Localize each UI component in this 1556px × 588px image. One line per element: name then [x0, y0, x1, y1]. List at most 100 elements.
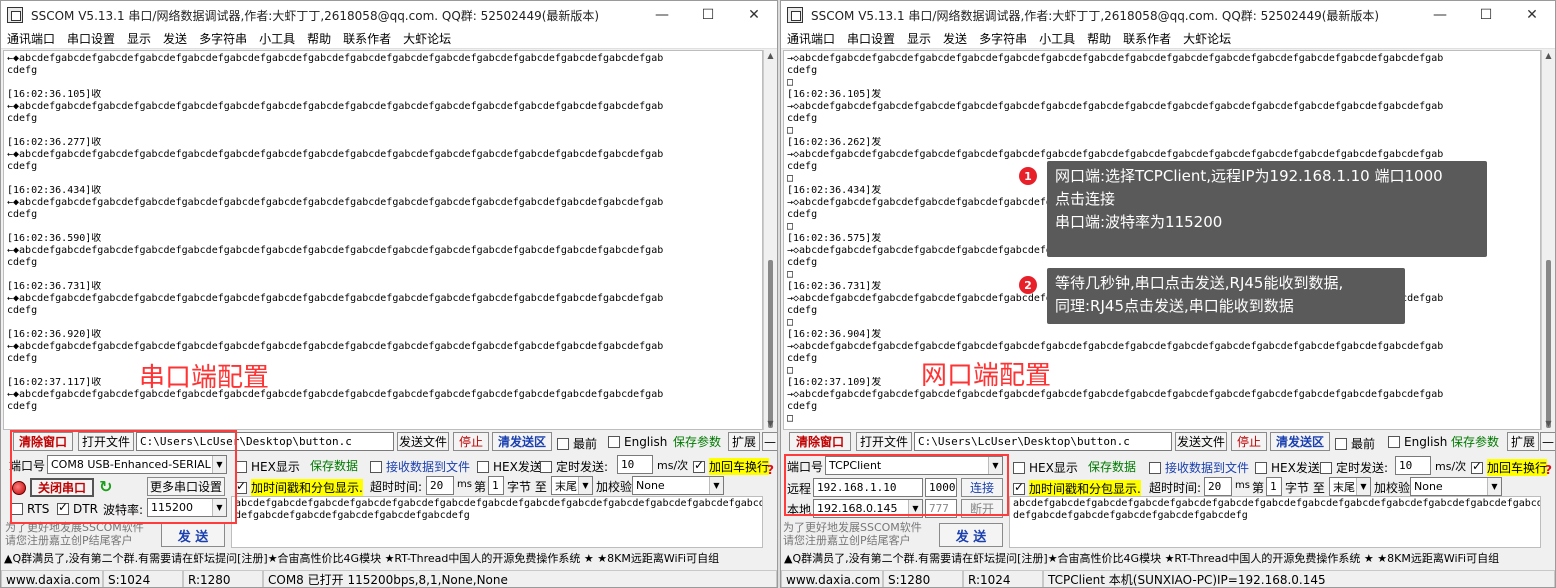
checkbox-icon[interactable] — [370, 460, 382, 473]
close-icon[interactable]: ✕ — [731, 1, 777, 29]
connect-button[interactable]: 连接 — [961, 478, 1003, 497]
scroll-thumb[interactable] — [768, 260, 773, 428]
promo-text[interactable]: 为了更好地发展SSCOM软件 请您注册嘉立创P结尾客户 — [5, 521, 144, 547]
topmost-checkbox[interactable]: 最前 — [1335, 435, 1375, 452]
file-path-field[interactable]: C:\Users\LcUser\Desktop\button.c — [914, 432, 1172, 451]
menu-item-display[interactable]: 显示 — [121, 30, 157, 47]
stop-button[interactable]: 停止 — [1231, 432, 1267, 451]
receive-scrollbar[interactable]: ▲ ▼ — [763, 50, 777, 430]
menu-item-help[interactable]: 帮助 — [301, 30, 337, 47]
checksum-select[interactable]: None ▼ — [1410, 477, 1502, 496]
chevron-down-icon[interactable]: ▼ — [1487, 478, 1501, 495]
port-select[interactable]: COM8 USB-Enhanced-SERIAL C ▼ — [47, 455, 227, 474]
menu-item-tools[interactable]: 小工具 — [253, 30, 301, 47]
checkbox-icon[interactable] — [608, 436, 620, 448]
checksum-select[interactable]: None ▼ — [632, 476, 724, 495]
chevron-down-icon[interactable]: ▼ — [578, 477, 592, 494]
menu-item-comm-port[interactable]: 通讯端口 — [1, 30, 61, 47]
checkbox-icon[interactable] — [557, 437, 569, 450]
maximize-icon[interactable]: ☐ — [1463, 1, 1509, 29]
topmost-checkbox[interactable]: 最前 — [557, 435, 597, 452]
scroll-down-icon[interactable]: ▼ — [1542, 418, 1555, 430]
menu-item-tools[interactable]: 小工具 — [1033, 30, 1081, 47]
menu-item-send[interactable]: 发送 — [157, 30, 193, 47]
expand-button[interactable]: 扩展 — [1507, 432, 1539, 451]
timeout-field[interactable]: 20 — [426, 476, 454, 495]
timed-interval-field[interactable]: 10 — [1395, 456, 1431, 475]
menu-item-send[interactable]: 发送 — [937, 30, 973, 47]
help-question-icon[interactable]: ? — [767, 463, 774, 477]
local-port-field[interactable]: 777 — [925, 499, 957, 518]
recv-to-file-checkbox[interactable]: 接收数据到文件 — [370, 458, 470, 475]
checkbox-icon[interactable] — [1388, 436, 1400, 448]
send-area[interactable]: abcdefgabcdefgabcdefgabcdefgabcdefgabcde… — [231, 496, 763, 548]
clear-send-area-button[interactable]: 清发送区 — [492, 432, 552, 451]
checkbox-icon[interactable] — [1013, 461, 1025, 474]
checkbox-icon[interactable] — [1320, 461, 1332, 474]
clear-window-button[interactable]: 清除窗口 — [13, 432, 73, 451]
menu-item-multi-string[interactable]: 多字符串 — [193, 30, 253, 47]
collapse-button[interactable]: — — [762, 432, 777, 451]
byte-start-field[interactable]: 1 — [1266, 477, 1282, 496]
baud-select[interactable]: 115200 ▼ — [147, 498, 227, 517]
menu-item-contact-author[interactable]: 联系作者 — [337, 30, 397, 47]
collapse-button[interactable]: — — [1540, 432, 1555, 451]
disconnect-button[interactable]: 断开 — [961, 499, 1003, 518]
port-select[interactable]: TCPClient ▼ — [825, 456, 1003, 475]
scroll-up-icon[interactable]: ▲ — [1542, 50, 1555, 62]
receive-area[interactable]: ←◆abcdefgabcdefgabcdefgabcdefgabcdefgabc… — [3, 50, 763, 430]
chevron-down-icon[interactable]: ▼ — [1356, 478, 1370, 495]
local-ip-select[interactable]: 192.168.0.145 ▼ — [813, 499, 923, 518]
menu-item-serial-settings[interactable]: 串口设置 — [61, 30, 121, 47]
menu-item-display[interactable]: 显示 — [901, 30, 937, 47]
timed-send-checkbox[interactable]: 定时发送: — [540, 458, 608, 475]
checkbox-icon[interactable] — [235, 460, 247, 473]
checkbox-icon[interactable] — [11, 503, 23, 515]
menu-item-contact-author[interactable]: 联系作者 — [1117, 30, 1177, 47]
refresh-icon[interactable]: ↻ — [99, 477, 112, 496]
timeout-field[interactable]: 20 — [1204, 477, 1232, 496]
hex-send-checkbox[interactable]: HEX发送 — [1255, 459, 1320, 476]
send-file-button[interactable]: 发送文件 — [397, 432, 449, 451]
open-file-button[interactable]: 打开文件 — [78, 432, 134, 451]
hex-send-checkbox[interactable]: HEX发送 — [477, 458, 542, 475]
english-checkbox[interactable]: English — [1388, 435, 1447, 449]
remote-port-field[interactable]: 1000 — [925, 478, 957, 497]
remote-ip-field[interactable]: 192.168.1.10 — [813, 478, 923, 497]
chevron-down-icon[interactable]: ▼ — [988, 457, 1002, 474]
status-website[interactable]: www.daxia.com — [781, 570, 883, 587]
send-file-button[interactable]: 发送文件 — [1175, 432, 1227, 451]
clear-window-button[interactable]: 清除窗口 — [789, 432, 851, 451]
ticker-bar[interactable]: ▲Q群满员了,没有第二个群.有需要请在虾坛提问[注册]★合宙高性价比4G模块 ★… — [781, 550, 1555, 568]
expand-button[interactable]: 扩展 — [728, 432, 760, 451]
timestamp-checkbox[interactable]: 加时间戳和分包显示. — [1013, 480, 1141, 497]
minimize-icon[interactable]: — — [1417, 1, 1463, 29]
hex-display-checkbox[interactable]: HEX显示 — [1013, 459, 1078, 476]
checkbox-icon[interactable] — [1471, 459, 1483, 474]
menu-item-forum[interactable]: 大虾论坛 — [1177, 30, 1237, 47]
chevron-down-icon[interactable]: ▼ — [212, 456, 226, 473]
hex-display-checkbox[interactable]: HEX显示 — [235, 458, 300, 475]
menu-item-forum[interactable]: 大虾论坛 — [397, 30, 457, 47]
chevron-down-icon[interactable]: ▼ — [212, 499, 226, 516]
more-serial-settings-button[interactable]: 更多串口设置 — [147, 477, 225, 496]
send-button[interactable]: 发 送 — [161, 523, 225, 547]
byte-start-field[interactable]: 1 — [488, 476, 504, 495]
menu-item-multi-string[interactable]: 多字符串 — [973, 30, 1033, 47]
chevron-down-icon[interactable]: ▼ — [709, 477, 723, 494]
status-website[interactable]: www.daxia.com — [1, 570, 103, 587]
receive-scrollbar[interactable]: ▲ ▼ — [1541, 50, 1555, 430]
checkbox-icon[interactable] — [477, 460, 489, 473]
checkbox-icon[interactable] — [693, 458, 705, 473]
add-crlf-checkbox[interactable]: 加回车换行 — [1471, 459, 1548, 476]
add-crlf-checkbox[interactable]: 加回车换行 — [693, 458, 770, 475]
checkbox-icon[interactable] — [1255, 461, 1267, 474]
checkbox-icon[interactable] — [1013, 480, 1025, 495]
send-area[interactable]: abcdefgabcdefgabcdefgabcdefgabcdefgabcde… — [1009, 496, 1541, 548]
english-checkbox[interactable]: English — [608, 435, 667, 449]
help-question-icon[interactable]: ? — [1545, 463, 1552, 477]
promo-text[interactable]: 为了更好地发展SSCOM软件 请您注册嘉立创P结尾客户 — [783, 521, 922, 547]
scroll-up-icon[interactable]: ▲ — [764, 50, 777, 62]
checkbox-icon[interactable] — [1149, 461, 1161, 474]
timed-interval-field[interactable]: 10 — [617, 455, 653, 474]
